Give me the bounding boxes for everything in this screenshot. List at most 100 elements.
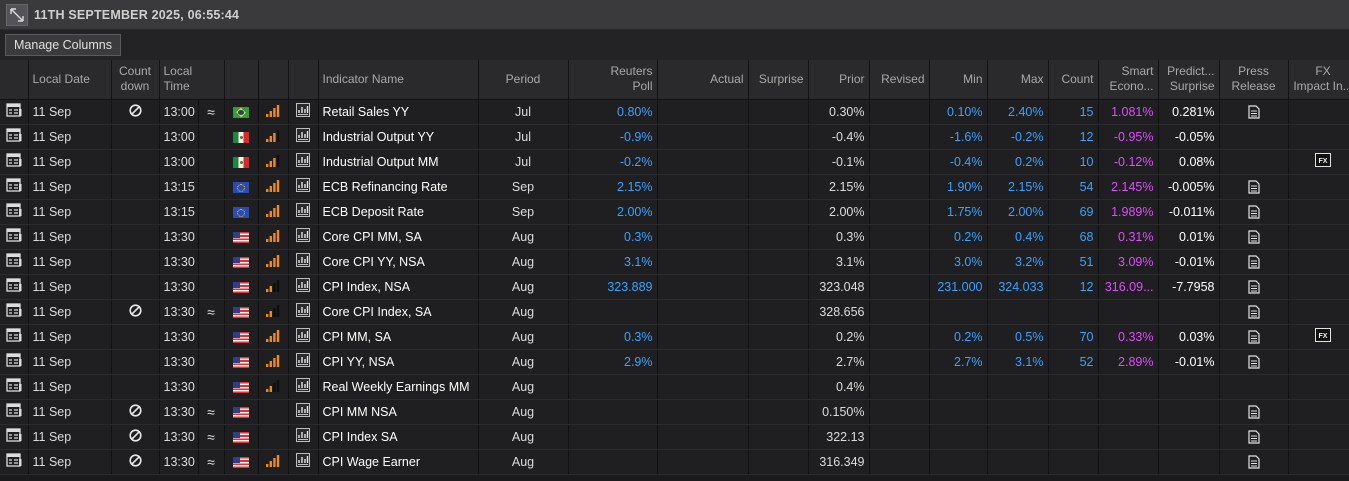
event-calendar-icon[interactable] — [0, 199, 29, 225]
table-row[interactable]: 11 Sep 13:15 ECB Deposit Rate Sep 2.00% 2.00%… — [0, 199, 1349, 225]
cell-indicator-name[interactable]: ECB Refinancing Rate — [318, 174, 479, 200]
event-calendar-icon[interactable] — [0, 124, 29, 150]
cell-chart[interactable] — [288, 149, 319, 175]
table-row[interactable]: 11 Sep 13:30 CPI Index, NSA Aug 323.889 323.0… — [0, 274, 1349, 300]
col-actual[interactable]: Actual — [657, 60, 749, 100]
calendar-icon[interactable] — [6, 203, 22, 220]
cell-chart[interactable] — [288, 374, 319, 400]
cell-chart[interactable] — [288, 424, 319, 450]
table-row[interactable]: 11 Sep 13:30 Core CPI MM, SA Aug 0.3% 0.3% 0.2… — [0, 224, 1349, 250]
cell-press-release[interactable] — [1219, 99, 1289, 125]
cell-chart[interactable] — [288, 99, 319, 125]
cell-indicator-name[interactable]: CPI Wage Earner — [318, 449, 479, 475]
cell-press-release[interactable] — [1219, 199, 1289, 225]
chart-icon[interactable] — [296, 253, 310, 270]
table-row[interactable]: 11 Sep 13:30 CPI MM, SA Aug 0.3% 0.2% 0.2% 0.5%… — [0, 324, 1349, 350]
col-reuters-poll[interactable]: Reuters Poll — [568, 60, 658, 100]
cell-indicator-name[interactable]: Industrial Output YY — [318, 124, 479, 150]
chart-icon[interactable] — [296, 328, 310, 345]
table-row[interactable]: 11 Sep 13:00 ≈ Retail Sales YY Jul 0.80% 0.30%… — [0, 99, 1349, 125]
cell-press-release[interactable] — [1219, 224, 1289, 250]
col-countdown[interactable]: Count down — [111, 60, 160, 100]
calendar-icon[interactable] — [6, 128, 22, 145]
chart-icon[interactable] — [296, 178, 310, 195]
fx-impact-icon[interactable]: FX — [1315, 153, 1331, 170]
col-fx-impact[interactable]: FX Impact In... — [1288, 60, 1349, 100]
cell-indicator-name[interactable]: ECB Deposit Rate — [318, 199, 479, 225]
calendar-icon[interactable] — [6, 453, 22, 470]
event-calendar-icon[interactable] — [0, 349, 29, 375]
col-max[interactable]: Max — [987, 60, 1049, 100]
cell-chart[interactable] — [288, 224, 319, 250]
cell-indicator-name[interactable]: Core CPI MM, SA — [318, 224, 479, 250]
manage-columns-button[interactable]: Manage Columns — [5, 34, 121, 56]
event-calendar-icon[interactable] — [0, 174, 29, 200]
calendar-icon[interactable] — [6, 403, 22, 420]
calendar-icon[interactable] — [6, 278, 22, 295]
chart-icon[interactable] — [296, 303, 310, 320]
cell-press-release[interactable] — [1219, 249, 1289, 275]
chart-icon[interactable] — [296, 353, 310, 370]
event-calendar-icon[interactable] — [0, 424, 29, 450]
calendar-icon[interactable] — [6, 178, 22, 195]
cell-indicator-name[interactable]: CPI MM NSA — [318, 399, 479, 425]
calendar-icon[interactable] — [6, 378, 22, 395]
cell-press-release[interactable] — [1219, 274, 1289, 300]
press-release-icon[interactable] — [1247, 204, 1260, 219]
event-calendar-icon[interactable] — [0, 149, 29, 175]
cell-indicator-name[interactable]: Core CPI Index, SA — [318, 299, 479, 325]
expand-icon[interactable] — [6, 3, 28, 26]
table-row[interactable]: 11 Sep 13:30 ≈ CPI Wage Earner Aug 316.349 — [0, 449, 1349, 475]
cell-chart[interactable] — [288, 299, 319, 325]
event-calendar-icon[interactable] — [0, 249, 29, 275]
col-period[interactable]: Period — [478, 60, 569, 100]
cell-press-release[interactable] — [1219, 349, 1289, 375]
press-release-icon[interactable] — [1247, 404, 1260, 419]
col-press-release[interactable]: Press Release — [1219, 60, 1289, 100]
calendar-icon[interactable] — [6, 103, 22, 120]
table-row[interactable]: 11 Sep 13:30 CPI YY, NSA Aug 2.9% 2.7% 2.7% 3.1… — [0, 349, 1349, 375]
press-release-icon[interactable] — [1247, 254, 1260, 269]
cell-indicator-name[interactable]: CPI Index, NSA — [318, 274, 479, 300]
chart-icon[interactable] — [296, 128, 310, 145]
cell-indicator-name[interactable]: CPI Index SA — [318, 424, 479, 450]
table-row[interactable]: 11 Sep 13:30 Real Weekly Earnings MM Aug 0.4… — [0, 374, 1349, 400]
event-calendar-icon[interactable] — [0, 324, 29, 350]
cell-fx-impact[interactable]: FX — [1288, 149, 1349, 175]
table-row[interactable]: 11 Sep 13:00 Industrial Output YY Jul -0.9% -… — [0, 124, 1349, 150]
cell-indicator-name[interactable]: CPI YY, NSA — [318, 349, 479, 375]
chart-icon[interactable] — [296, 453, 310, 470]
calendar-icon[interactable] — [6, 328, 22, 345]
cell-chart[interactable] — [288, 449, 319, 475]
col-local-time[interactable]: Local Time — [159, 60, 225, 100]
calendar-icon[interactable] — [6, 253, 22, 270]
press-release-icon[interactable] — [1247, 179, 1260, 194]
col-smart-estimate[interactable]: Smart Econo... — [1098, 60, 1159, 100]
chart-icon[interactable] — [296, 428, 310, 445]
table-row[interactable]: 11 Sep 13:15 ECB Refinancing Rate Sep 2.15% 2… — [0, 174, 1349, 200]
cell-indicator-name[interactable]: Retail Sales YY — [318, 99, 479, 125]
event-calendar-icon[interactable] — [0, 299, 29, 325]
cell-press-release[interactable] — [1219, 174, 1289, 200]
cell-press-release[interactable] — [1219, 299, 1289, 325]
cell-chart[interactable] — [288, 199, 319, 225]
chart-icon[interactable] — [296, 153, 310, 170]
cell-fx-impact[interactable]: FX — [1288, 324, 1349, 350]
col-prior[interactable]: Prior — [808, 60, 870, 100]
calendar-icon[interactable] — [6, 153, 22, 170]
cell-indicator-name[interactable]: Core CPI YY, NSA — [318, 249, 479, 275]
cell-press-release[interactable] — [1219, 449, 1289, 475]
event-calendar-icon[interactable] — [0, 274, 29, 300]
press-release-icon[interactable] — [1247, 354, 1260, 369]
event-calendar-icon[interactable] — [0, 399, 29, 425]
event-calendar-icon[interactable] — [0, 224, 29, 250]
table-row[interactable]: 11 Sep 13:30 ≈ Core CPI Index, SA Aug 328.656 — [0, 299, 1349, 325]
calendar-icon[interactable] — [6, 228, 22, 245]
chart-icon[interactable] — [296, 403, 310, 420]
cell-press-release[interactable] — [1219, 399, 1289, 425]
cell-chart[interactable] — [288, 274, 319, 300]
cell-press-release[interactable] — [1219, 424, 1289, 450]
col-indicator-name[interactable]: Indicator Name — [318, 60, 479, 100]
press-release-icon[interactable] — [1247, 229, 1260, 244]
press-release-icon[interactable] — [1247, 454, 1260, 469]
